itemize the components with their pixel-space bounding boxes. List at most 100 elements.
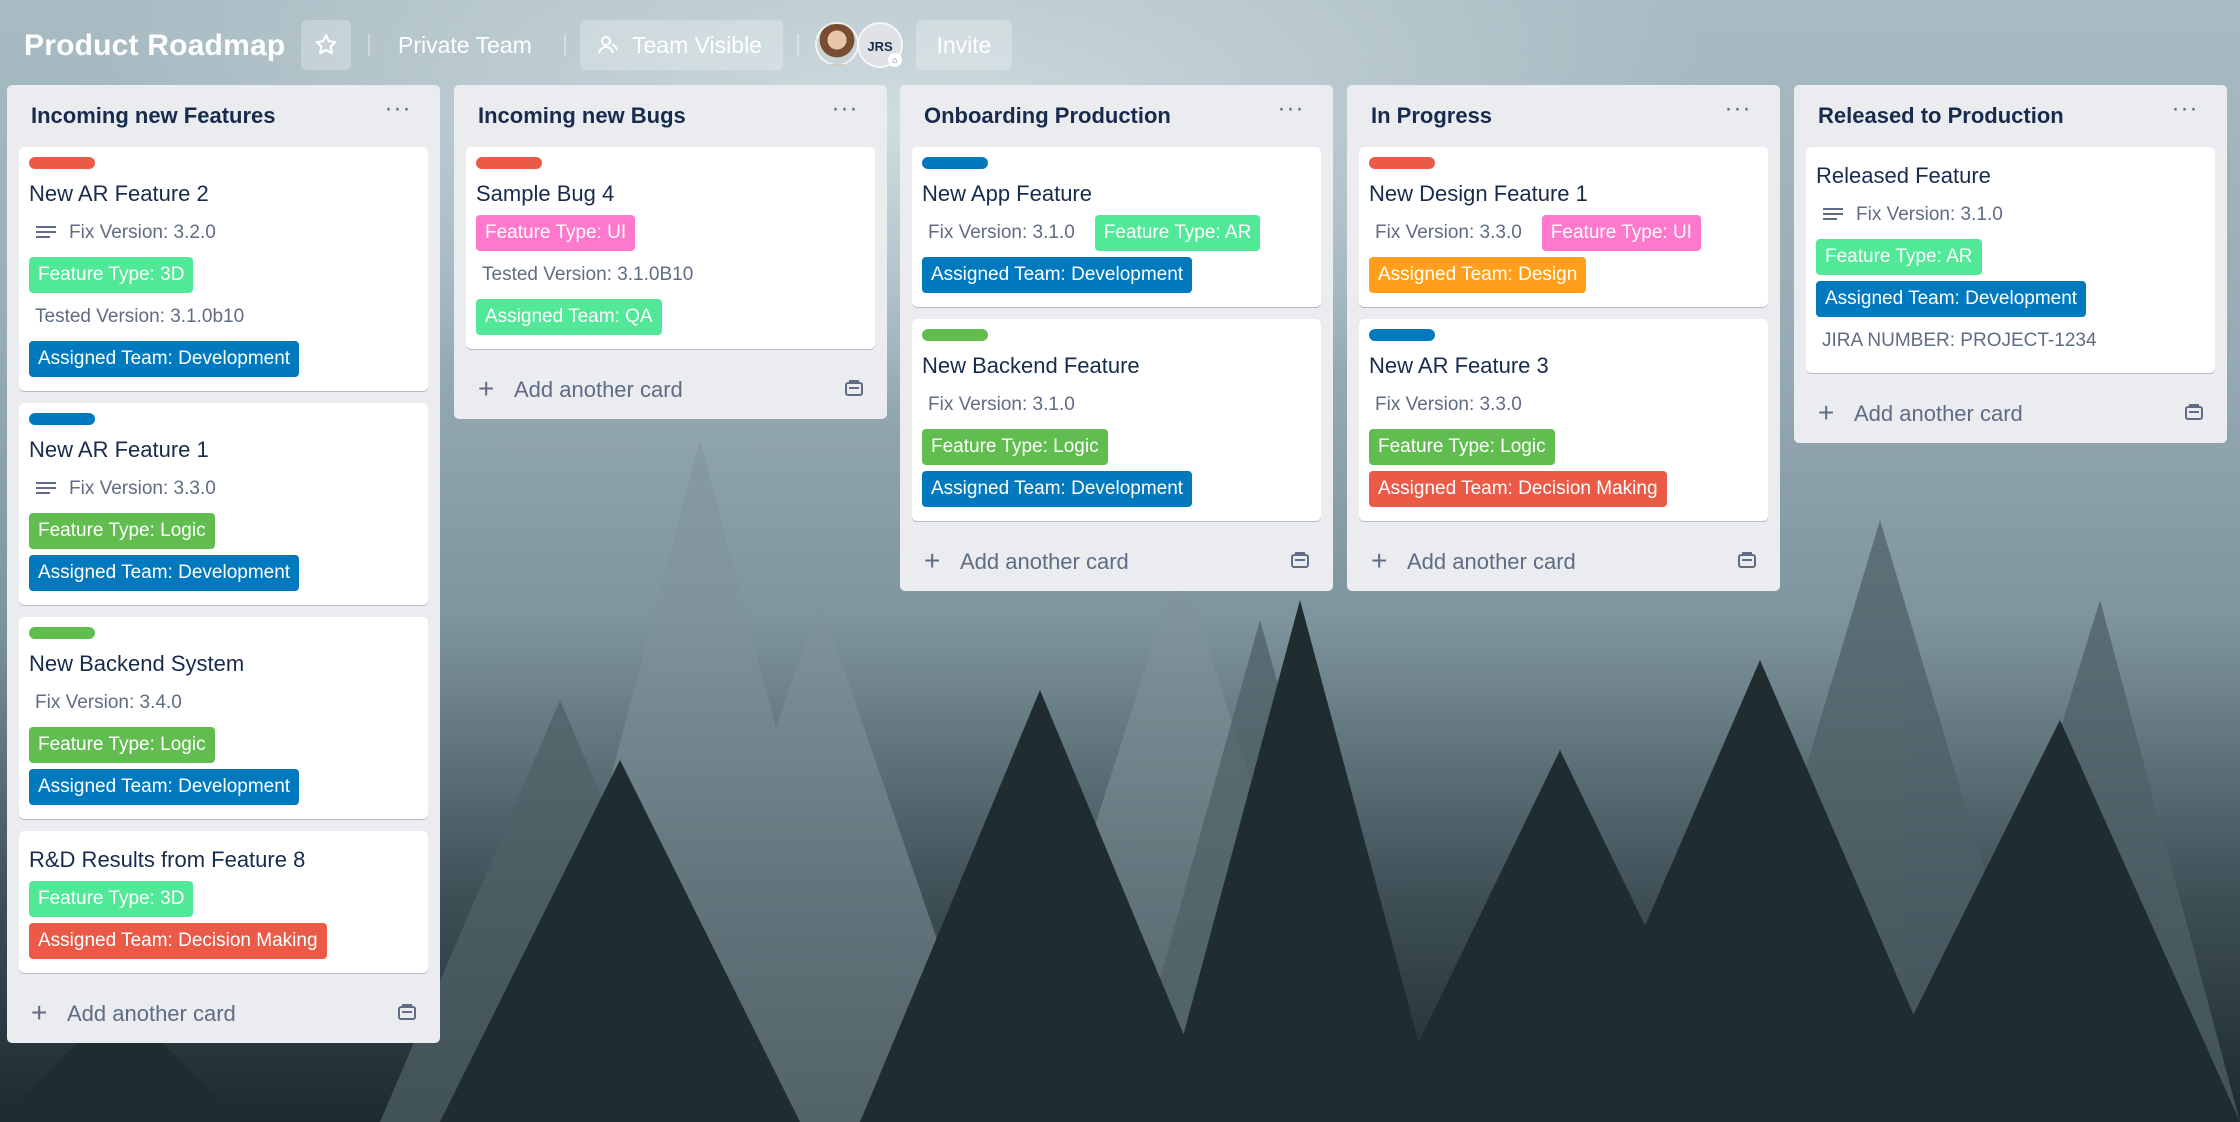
card-title: New App Feature xyxy=(922,181,1092,206)
card-field: Fix Version: 3.2.0 xyxy=(69,222,216,243)
card-label: Assigned Team: Development xyxy=(922,257,1193,293)
card-title: New AR Feature 1 xyxy=(29,437,209,462)
member-avatar[interactable] xyxy=(815,22,859,66)
card-template-icon[interactable] xyxy=(2183,402,2205,422)
card-template-icon[interactable] xyxy=(843,378,865,398)
list-menu-icon[interactable]: ··· xyxy=(380,97,416,127)
card-badge-row: Assigned Team: Development xyxy=(922,471,1311,507)
card-badge-row: Assigned Team: Development xyxy=(922,257,1311,293)
list-column: Incoming new Bugs ··· Sample Bug 4 Feature … xyxy=(454,85,887,419)
plus-icon: + xyxy=(924,545,941,576)
card-label: Feature Type: AR xyxy=(1094,215,1261,251)
card-label: Assigned Team: Development xyxy=(29,555,300,591)
card-cover-label xyxy=(29,627,95,639)
plus-icon: + xyxy=(31,997,48,1028)
card[interactable]: R&D Results from Feature 8 Feature Type: … xyxy=(19,831,428,973)
list-title[interactable]: Incoming new Features xyxy=(31,102,276,130)
card-template-icon[interactable] xyxy=(1289,550,1311,570)
card[interactable]: New AR Feature 3 Fix Version: 3.3.0 Featur… xyxy=(1359,319,1768,521)
card-label: Assigned Team: Design xyxy=(1369,257,1587,293)
card-label: Feature Type: Logic xyxy=(922,429,1108,465)
list-title[interactable]: Incoming new Bugs xyxy=(478,102,686,130)
card-badge-row: Fix Version: 3.1.0 Feature Type: AR xyxy=(922,215,1311,251)
card-cover-label xyxy=(922,329,988,341)
card-badge-row: Assigned Team: Development xyxy=(29,555,418,591)
card-field: Fix Version: 3.3.0 xyxy=(1375,394,1522,415)
list-title[interactable]: In Progress xyxy=(1371,102,1492,130)
plus-icon: + xyxy=(478,373,495,404)
card-template-icon[interactable] xyxy=(1736,550,1758,570)
card-badge-row: Fix Version: 3.2.0 xyxy=(29,215,418,251)
card-template-icon[interactable] xyxy=(396,1002,418,1022)
add-card-label: Add another card xyxy=(514,377,683,402)
private-team-button[interactable]: Private Team xyxy=(386,20,544,70)
list-header: In Progress ··· xyxy=(1359,85,1768,147)
card-badge-row: JIRA NUMBER: PROJECT-1234 xyxy=(1816,323,2205,359)
add-card-button[interactable]: + Add another card xyxy=(466,361,875,419)
description-icon xyxy=(36,226,56,238)
card[interactable]: New Backend System Fix Version: 3.4.0 Feat… xyxy=(19,617,428,819)
card-cover-label xyxy=(1369,329,1435,341)
list-menu-icon[interactable]: ··· xyxy=(1720,97,1756,127)
add-card-button[interactable]: + Add another card xyxy=(912,533,1321,591)
card[interactable]: New App Feature Fix Version: 3.1.0 Feature… xyxy=(912,147,1321,307)
card-badge-row: Assigned Team: Design xyxy=(1369,257,1758,293)
card-field: Fix Version: 3.3.0 xyxy=(69,478,216,499)
list-header: Incoming new Bugs ··· xyxy=(466,85,875,147)
card-label: Assigned Team: Decision Making xyxy=(1369,471,1667,507)
card-field: Tested Version: 3.1.0B10 xyxy=(482,264,694,285)
card-badge-row: Feature Type: Logic xyxy=(922,429,1311,465)
card-label: Assigned Team: Development xyxy=(922,471,1193,507)
list-menu-icon[interactable]: ··· xyxy=(827,97,863,127)
card[interactable]: Sample Bug 4 Feature Type: UI Tested Versi… xyxy=(466,147,875,349)
member-initials: JRS xyxy=(867,39,893,54)
list-title[interactable]: Released to Production xyxy=(1818,102,2064,130)
board-title[interactable]: Product Roadmap xyxy=(24,26,285,66)
card[interactable]: New AR Feature 2 Fix Version: 3.2.0 Featur… xyxy=(19,147,428,391)
card-badge-row: Feature Type: Logic xyxy=(29,513,418,549)
list-header: Incoming new Features ··· xyxy=(19,85,428,147)
card-badge-row: Tested Version: 3.1.0b10 xyxy=(29,299,418,335)
star-board-button[interactable] xyxy=(301,20,351,70)
star-icon xyxy=(315,34,337,55)
card-label: Feature Type: AR xyxy=(1816,239,1982,275)
list-menu-icon[interactable]: ··· xyxy=(1273,97,1309,127)
card-label: Assigned Team: Development xyxy=(29,341,300,377)
card[interactable]: New Backend Feature Fix Version: 3.1.0 Fea… xyxy=(912,319,1321,521)
card-badge-row: Feature Type: 3D xyxy=(29,881,418,917)
list-title[interactable]: Onboarding Production xyxy=(924,102,1171,130)
card-label: Feature Type: 3D xyxy=(29,257,194,293)
card-badge-row: Assigned Team: Decision Making xyxy=(29,923,418,959)
card-field: Fix Version: 3.3.0 xyxy=(1375,222,1522,243)
card-cover-label xyxy=(922,157,988,169)
add-card-label: Add another card xyxy=(67,1001,236,1026)
card-label: Assigned Team: QA xyxy=(476,299,662,335)
admin-badge-icon: ⌂ xyxy=(888,53,902,67)
description-icon xyxy=(36,482,56,494)
list-column: In Progress ··· New Design Feature 1 Fix Ve… xyxy=(1347,85,1780,591)
card-label: Feature Type: 3D xyxy=(29,881,194,917)
add-card-button[interactable]: + Add another card xyxy=(19,985,428,1043)
board-header: Product Roadmap Private Team Team Visibl… xyxy=(0,0,2240,92)
card[interactable]: New Design Feature 1 Fix Version: 3.3.0 Fe… xyxy=(1359,147,1768,307)
add-card-button[interactable]: + Add another card xyxy=(1359,533,1768,591)
card[interactable]: Released Feature Fix Version: 3.1.0 Featur… xyxy=(1806,147,2215,373)
card-badge-row: Fix Version: 3.3.0 xyxy=(1369,387,1758,423)
add-card-button[interactable]: + Add another card xyxy=(1806,385,2215,443)
team-visible-button[interactable]: Team Visible xyxy=(580,20,783,70)
invite-button[interactable]: Invite xyxy=(916,20,1012,70)
member-avatar-initials[interactable]: JRS ⌂ xyxy=(857,22,903,68)
card-label: Feature Type: UI xyxy=(1541,215,1701,251)
card-title: New Backend System xyxy=(29,651,245,676)
card[interactable]: New AR Feature 1 Fix Version: 3.3.0 Featur… xyxy=(19,403,428,605)
header-divider xyxy=(797,34,799,56)
description-icon xyxy=(1823,208,1843,220)
card-badge-row: Feature Type: 3D xyxy=(29,257,418,293)
card-cover-label xyxy=(1369,157,1435,169)
card-field: Tested Version: 3.1.0b10 xyxy=(35,306,245,327)
card-badge-row: Assigned Team: QA xyxy=(476,299,865,335)
list-menu-icon[interactable]: ··· xyxy=(2167,97,2203,127)
card-badge-row: Assigned Team: Development xyxy=(29,341,418,377)
card-label: Feature Type: UI xyxy=(476,215,636,251)
add-card-label: Add another card xyxy=(960,549,1129,574)
